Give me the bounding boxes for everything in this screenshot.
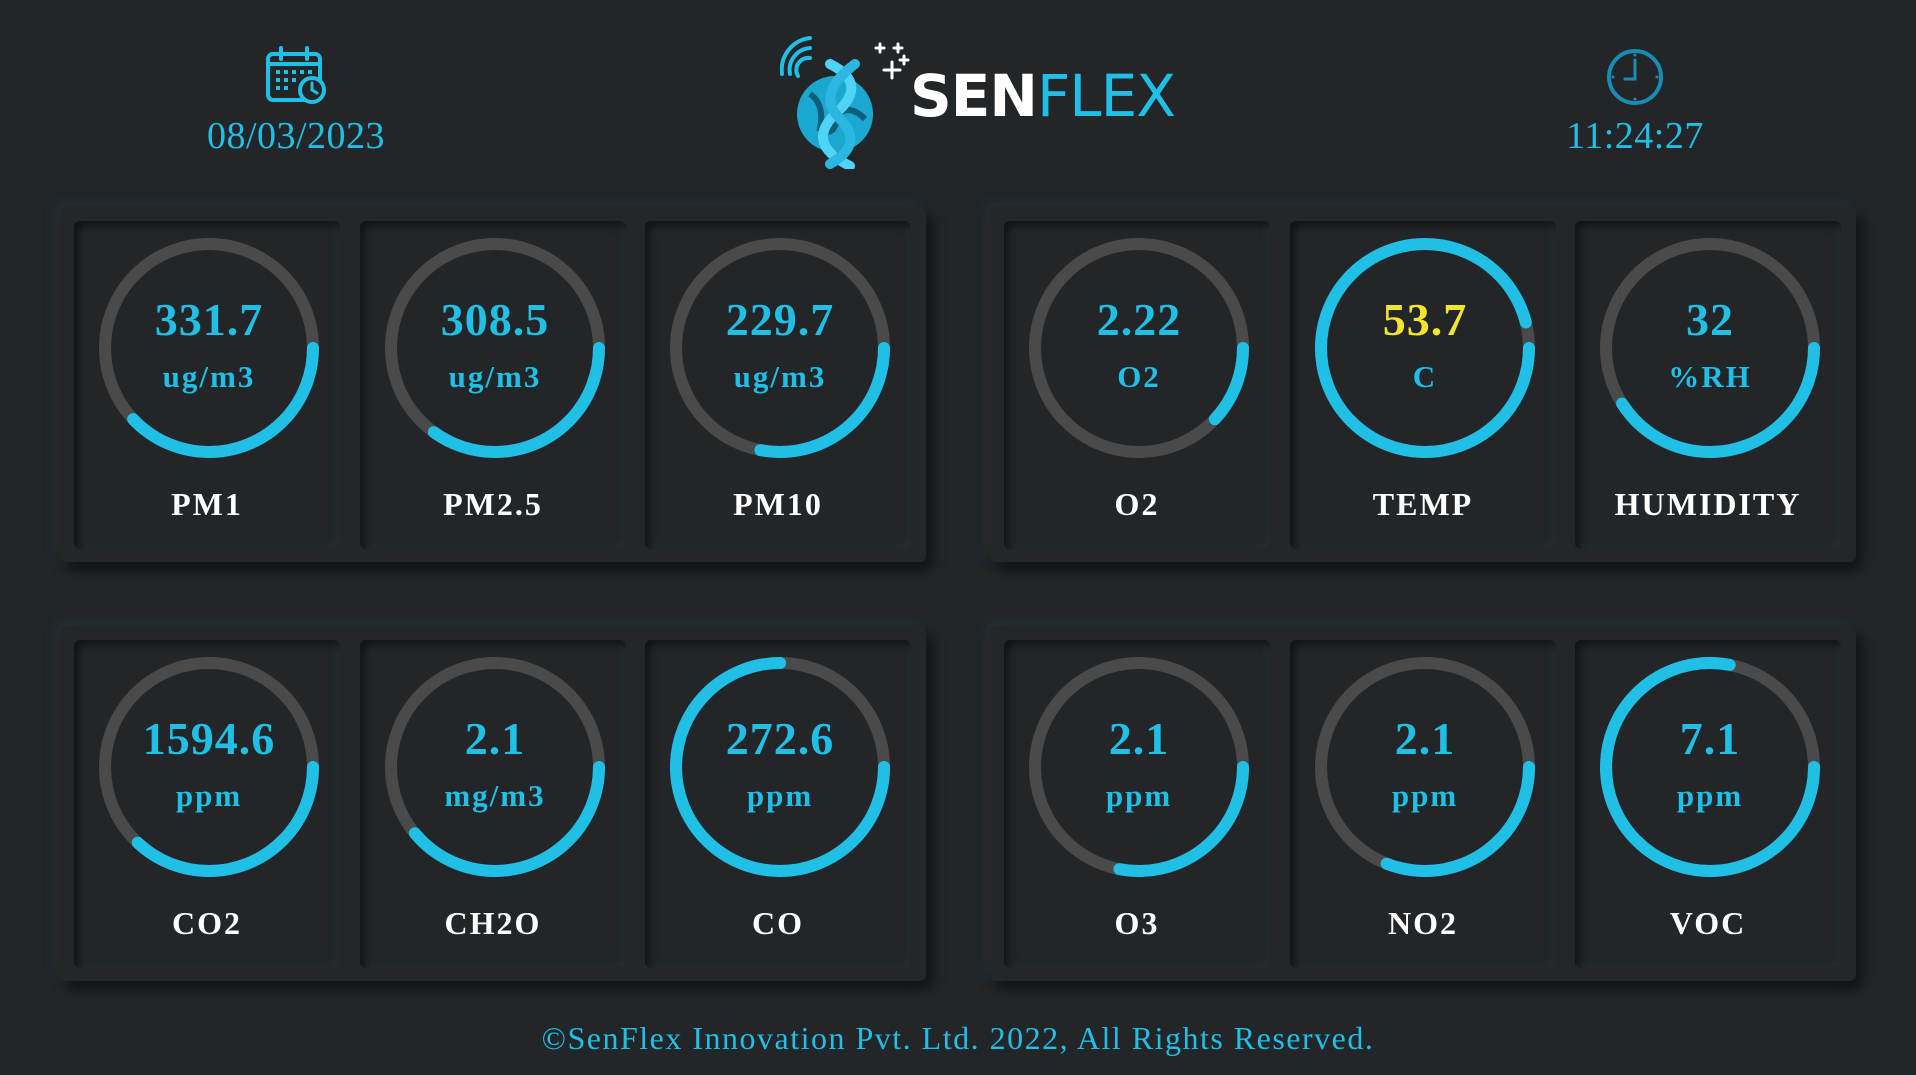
sensor-label: TEMP: [1372, 486, 1474, 522]
gauge-ring: [1600, 657, 1820, 877]
gauge-unit: ppm: [746, 778, 814, 813]
gauge-unit: ug/m3: [733, 359, 827, 394]
gauge-unit: ppm: [175, 778, 243, 813]
gauge-value: 2.1: [1108, 713, 1170, 764]
gauge: 2.1 ppm: [1310, 652, 1540, 882]
gauge: 272.6 ppm: [665, 652, 895, 882]
sensor-label: O2: [1114, 486, 1160, 522]
sensor-label: CH2O: [444, 905, 542, 941]
gauge: 2.1 ppm: [1024, 652, 1254, 882]
date-display: 08/03/2023: [166, 46, 426, 158]
sensor-label: CO2: [172, 905, 242, 941]
sensor-panel-particulate: 331.7 ug/m3 PM1 308.5 ug/m3 PM2.5 229.7 ug/m3 PM…: [60, 207, 926, 562]
gauge-ring: [1600, 238, 1820, 458]
gauge-unit: mg/m3: [444, 778, 546, 813]
sensor-panel-environment: 2.22 O2 O2 53.7 C TEMP 32 %RH HUMIDITY: [990, 207, 1856, 562]
gauge-unit: C: [1412, 359, 1438, 394]
sensor-label: CO: [752, 905, 804, 941]
gauge-value: 1594.6: [142, 713, 276, 764]
gauge-value: 53.7: [1382, 294, 1468, 345]
sensor-label: PM1: [171, 486, 243, 522]
sensor-card: 308.5 ug/m3 PM2.5: [360, 221, 626, 549]
sensor-label: PM10: [733, 486, 823, 522]
gauge-value: 2.22: [1096, 294, 1182, 345]
gauge: 2.22 O2: [1024, 233, 1254, 463]
globe-logo-icon: [780, 36, 910, 169]
sensor-card: 32 %RH HUMIDITY: [1575, 221, 1841, 549]
sensor-card: 229.7 ug/m3 PM10: [645, 221, 911, 549]
gauge-unit: ug/m3: [448, 359, 542, 394]
gauge-value: 7.1: [1679, 713, 1741, 764]
sensor-card: 2.22 O2 O2: [1004, 221, 1270, 549]
sensor-panel-gases-a: 1594.6 ppm CO2 2.1 mg/m3 CH2O 272.6 ppm CO: [60, 626, 926, 981]
logo-flex: FLEX: [1036, 62, 1176, 130]
gauge: 1594.6 ppm: [94, 652, 324, 882]
gauge: 331.7 ug/m3: [94, 233, 324, 463]
gauge-value: 32: [1686, 294, 1734, 345]
gauge: 7.1 ppm: [1595, 652, 1825, 882]
sensor-label: PM2.5: [443, 486, 543, 522]
clock-icon: [1604, 48, 1666, 110]
senflex-logo: SENFLEX: [780, 34, 1180, 169]
gauge-ring: [385, 657, 605, 877]
sensor-card: 2.1 ppm NO2: [1290, 640, 1556, 968]
gauge-ring: [1029, 238, 1249, 458]
gauge: 32 %RH: [1595, 233, 1825, 463]
sensor-label: O3: [1114, 905, 1160, 941]
gauge: 53.7 C: [1310, 233, 1540, 463]
footer-copyright: ©SenFlex Innovation Pvt. Ltd. 2022, All …: [541, 1020, 1375, 1056]
time-display: 11:24:27: [1505, 48, 1765, 158]
gauge-fill-arc: [1315, 238, 1535, 458]
calendar-clock-icon: [264, 46, 328, 110]
gauge-ring: [99, 238, 319, 458]
gauge-ring: [1315, 238, 1535, 458]
sensor-label: VOC: [1669, 905, 1747, 941]
gauge-unit: ppm: [1391, 778, 1459, 813]
gauge-unit: O2: [1117, 359, 1161, 394]
gauge-ring: [1029, 657, 1249, 877]
gauge: 229.7 ug/m3: [665, 233, 895, 463]
date-text: 08/03/2023: [206, 115, 386, 157]
gauge-ring: [99, 657, 319, 877]
sensor-card: 272.6 ppm CO: [645, 640, 911, 968]
logo-wordmark: SENFLEX: [910, 62, 1176, 130]
gauge-unit: ppm: [1676, 778, 1744, 813]
gauge-unit: ppm: [1105, 778, 1173, 813]
sensor-card: 2.1 ppm O3: [1004, 640, 1270, 968]
logo-sen: SEN: [910, 62, 1038, 130]
gauge-value: 2.1: [464, 713, 526, 764]
gauge-value: 331.7: [154, 294, 264, 345]
sensor-card: 1594.6 ppm CO2: [74, 640, 340, 968]
gauge-ring: [1315, 657, 1535, 877]
gauge-value: 2.1: [1394, 713, 1456, 764]
gauge-unit: ug/m3: [162, 359, 256, 394]
gauge: 2.1 mg/m3: [380, 652, 610, 882]
sensor-card: 2.1 mg/m3 CH2O: [360, 640, 626, 968]
sensor-panel-gases-b: 2.1 ppm O3 2.1 ppm NO2 7.1 ppm VOC: [990, 626, 1856, 981]
gauge-ring: [385, 238, 605, 458]
sensor-label: NO2: [1388, 905, 1458, 941]
gauge-value: 272.6: [725, 713, 835, 764]
gauge: 308.5 ug/m3: [380, 233, 610, 463]
gauge-ring: [670, 238, 890, 458]
sensor-card: 331.7 ug/m3 PM1: [74, 221, 340, 549]
gauge-value: 229.7: [725, 294, 835, 345]
sensor-card: 53.7 C TEMP: [1290, 221, 1556, 549]
gauge-ring: [670, 657, 890, 877]
gauge-unit: %RH: [1668, 359, 1752, 394]
sensor-card: 7.1 ppm VOC: [1575, 640, 1841, 968]
time-text: 11:24:27: [1566, 115, 1704, 157]
sensor-label: HUMIDITY: [1614, 486, 1802, 522]
gauge-value: 308.5: [440, 294, 550, 345]
